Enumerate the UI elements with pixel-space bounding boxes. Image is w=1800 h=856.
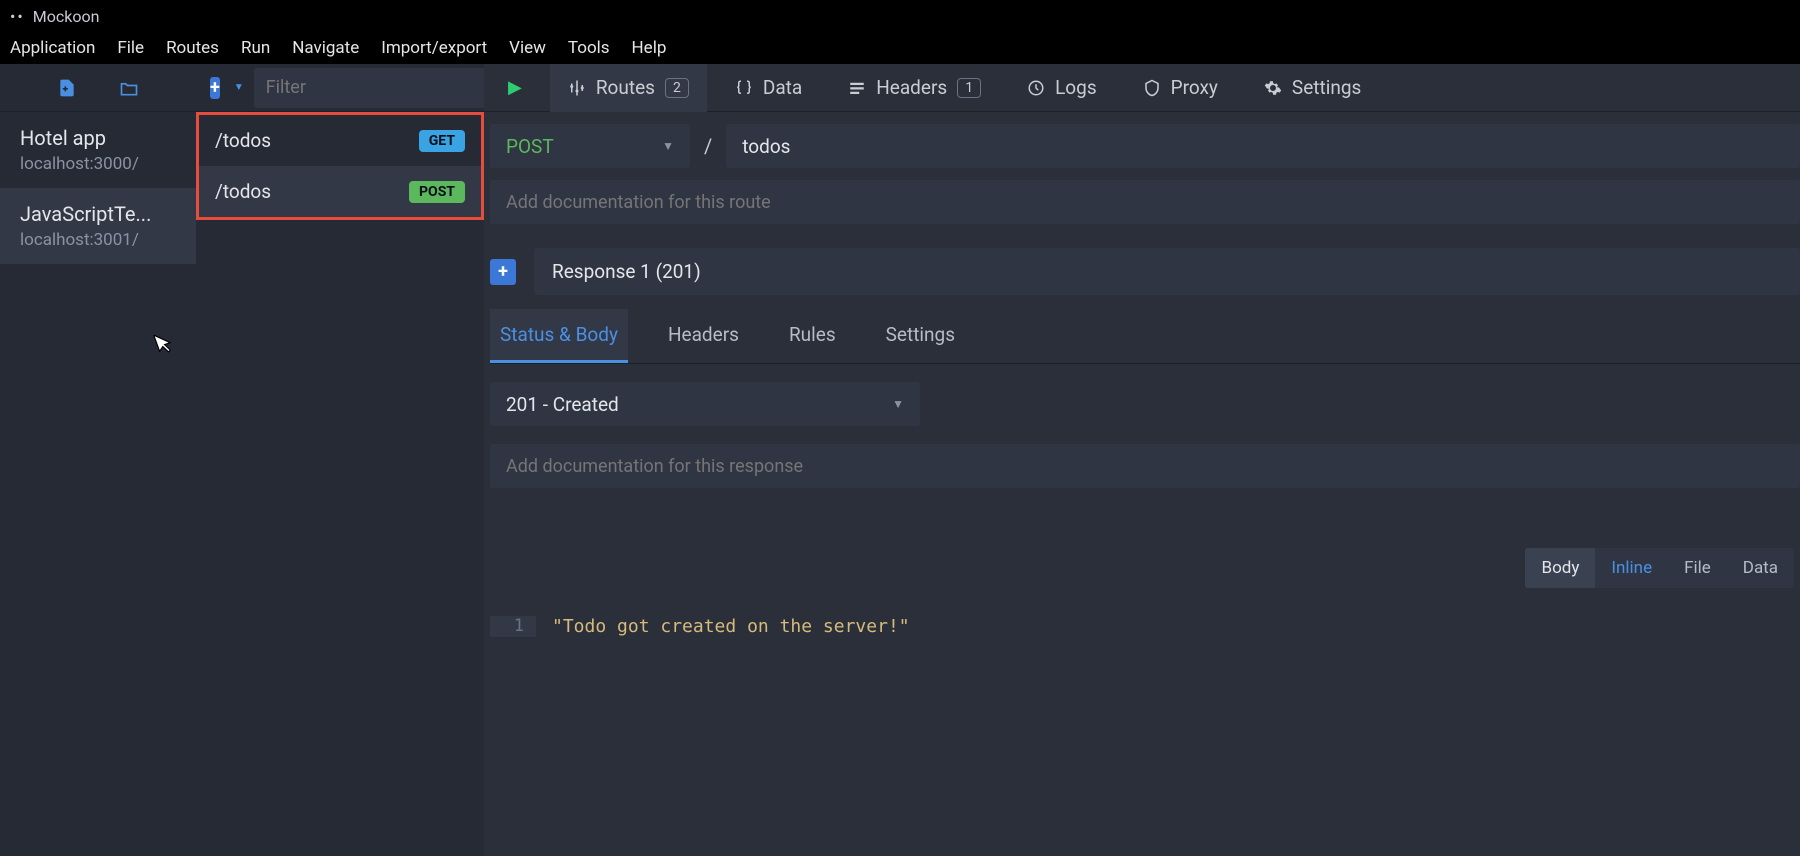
run-server-button[interactable]: ▶ bbox=[490, 77, 540, 98]
gear-icon bbox=[1264, 79, 1282, 97]
tab-routes[interactable]: Routes 2 bbox=[550, 64, 707, 112]
shield-icon bbox=[1143, 79, 1161, 97]
menu-application[interactable]: Application bbox=[10, 38, 95, 58]
menubar: Application File Routes Run Navigate Imp… bbox=[0, 32, 1800, 64]
window-controls: •• bbox=[10, 7, 25, 26]
titlebar: •• Mockoon bbox=[0, 0, 1800, 32]
menu-run[interactable]: Run bbox=[241, 38, 270, 58]
menu-file[interactable]: File bbox=[117, 38, 144, 58]
body-mode-data[interactable]: Data bbox=[1727, 548, 1794, 588]
environments-sidebar: Hotel app localhost:3000/ JavaScriptTe..… bbox=[0, 64, 196, 856]
environment-item[interactable]: JavaScriptTe... localhost:3001/ bbox=[0, 188, 196, 264]
menu-help[interactable]: Help bbox=[632, 38, 667, 58]
body-mode-file[interactable]: File bbox=[1668, 548, 1727, 588]
tab-data[interactable]: Data bbox=[717, 64, 820, 112]
route-path-input[interactable] bbox=[726, 124, 1800, 168]
route-path: /todos bbox=[215, 180, 271, 203]
route-doc-input[interactable] bbox=[490, 180, 1800, 224]
headers-count-badge: 1 bbox=[957, 78, 981, 98]
route-item[interactable]: /todos POST bbox=[199, 166, 481, 217]
menu-import[interactable]: Import/export bbox=[381, 38, 487, 58]
method-badge-get: GET bbox=[419, 130, 465, 152]
routes-filter-input[interactable] bbox=[254, 68, 506, 108]
routes-list-highlight: /todos GET /todos POST bbox=[196, 112, 484, 220]
tab-resp-headers[interactable]: Headers bbox=[658, 309, 749, 363]
code-text: "Todo got created on the server!" bbox=[536, 616, 910, 637]
line-number: 1 bbox=[490, 616, 536, 637]
response-doc-input[interactable] bbox=[490, 444, 1800, 488]
route-path: /todos bbox=[215, 129, 271, 152]
body-editor[interactable]: 1 "Todo got created on the server!" bbox=[490, 616, 1800, 637]
environment-url: localhost:3001/ bbox=[20, 230, 176, 250]
tab-resp-settings[interactable]: Settings bbox=[876, 309, 965, 363]
add-response-button[interactable]: + bbox=[490, 259, 516, 285]
list-icon bbox=[848, 79, 866, 97]
http-method-select[interactable]: POST ▼ bbox=[490, 124, 690, 168]
route-editor: POST ▼ / + Response 1 (201) Status & Bod… bbox=[484, 112, 1800, 637]
env-toolbar bbox=[0, 64, 196, 112]
add-route-dropdown-icon[interactable]: ▼ bbox=[234, 82, 244, 93]
response-selector[interactable]: Response 1 (201) bbox=[534, 248, 1800, 295]
tab-settings[interactable]: Settings bbox=[1246, 64, 1379, 112]
tab-status-body[interactable]: Status & Body bbox=[490, 309, 628, 363]
main-panel: ▶ Routes 2 Data Headers 1 Logs Proxy bbox=[484, 64, 1800, 856]
menu-navigate[interactable]: Navigate bbox=[292, 38, 359, 58]
menu-routes[interactable]: Routes bbox=[166, 38, 219, 58]
body-mode-label: Body bbox=[1525, 548, 1595, 588]
environment-name: Hotel app bbox=[20, 126, 176, 150]
menu-tools[interactable]: Tools bbox=[568, 38, 610, 58]
routes-sidebar: + ▼ /todos GET /todos POST bbox=[196, 64, 484, 856]
braces-icon bbox=[735, 79, 753, 97]
method-badge-post: POST bbox=[409, 181, 465, 203]
tab-proxy[interactable]: Proxy bbox=[1125, 64, 1236, 112]
response-tabs: Status & Body Headers Rules Settings bbox=[490, 309, 1800, 364]
environment-url: localhost:3000/ bbox=[20, 154, 176, 174]
environment-name: JavaScriptTe... bbox=[20, 202, 176, 226]
route-item[interactable]: /todos GET bbox=[199, 115, 481, 166]
open-environment-icon[interactable] bbox=[118, 77, 140, 99]
routes-count-badge: 2 bbox=[665, 78, 689, 98]
tab-rules[interactable]: Rules bbox=[779, 309, 846, 363]
add-route-button[interactable]: + bbox=[210, 77, 220, 99]
environment-item[interactable]: Hotel app localhost:3000/ bbox=[0, 112, 196, 188]
window-title: Mockoon bbox=[33, 7, 100, 26]
main-tabs: ▶ Routes 2 Data Headers 1 Logs Proxy bbox=[484, 64, 1800, 112]
tab-logs[interactable]: Logs bbox=[1009, 64, 1115, 112]
sliders-icon bbox=[568, 79, 586, 97]
chevron-down-icon: ▼ bbox=[662, 139, 674, 153]
tab-headers[interactable]: Headers 1 bbox=[830, 64, 999, 112]
chevron-down-icon: ▼ bbox=[892, 397, 904, 411]
body-mode-inline[interactable]: Inline bbox=[1595, 548, 1668, 588]
body-mode-bar: Body Inline File Data bbox=[490, 548, 1800, 588]
status-code-select[interactable]: 201 - Created ▼ bbox=[490, 382, 920, 426]
history-icon bbox=[1027, 79, 1045, 97]
routes-toolbar: + ▼ bbox=[196, 64, 484, 112]
menu-view[interactable]: View bbox=[509, 38, 546, 58]
new-environment-icon[interactable] bbox=[56, 77, 78, 99]
path-separator: / bbox=[704, 134, 712, 158]
